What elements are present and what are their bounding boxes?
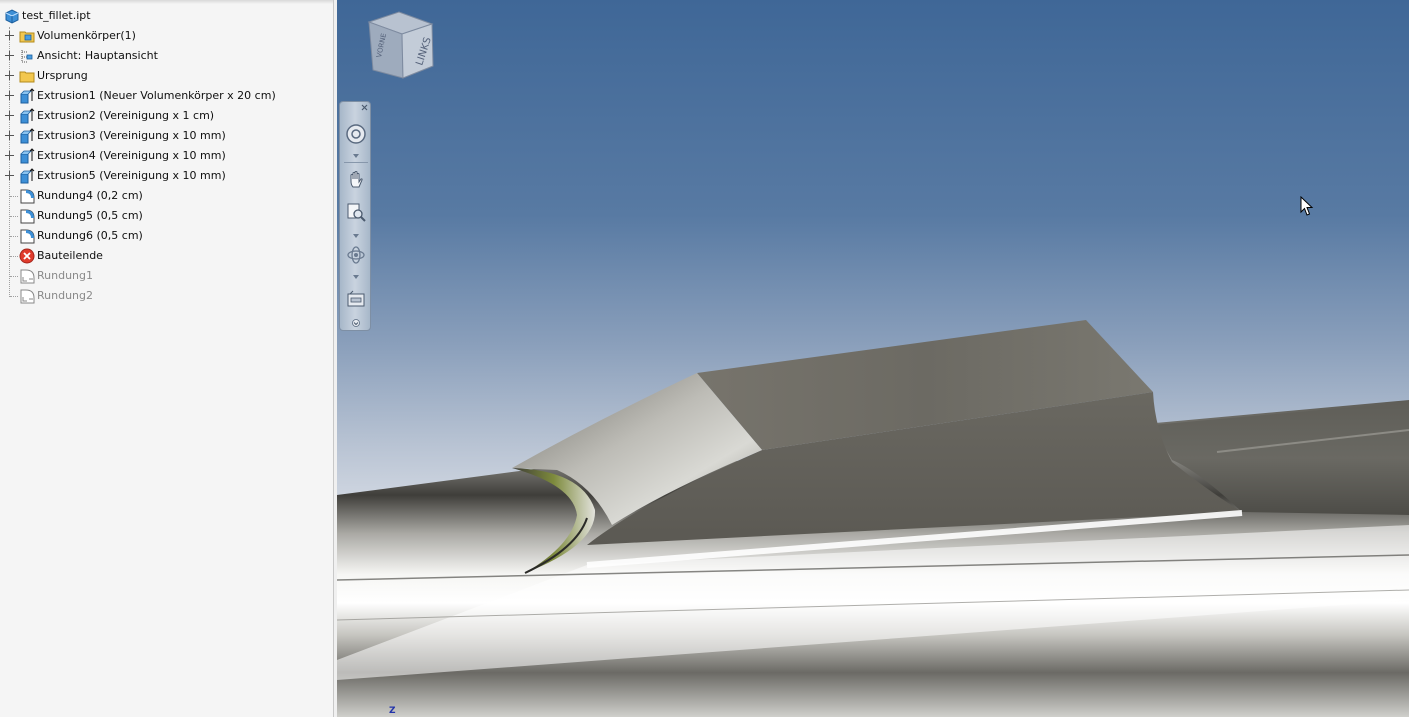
expand-plus-icon[interactable] [5,91,14,100]
extrude-icon [19,148,35,164]
browser-item-label: Extrusion5 (Vereinigung x 10 mm) [37,169,226,182]
tree-connector [10,256,18,257]
browser-item[interactable]: Ursprung [0,66,330,86]
browser-item-label: Extrusion3 (Vereinigung x 10 mm) [37,129,226,142]
browser-item[interactable]: Extrusion1 (Neuer Volumenkörper x 20 cm) [0,86,330,106]
browser-item[interactable]: Ansicht: Hauptansicht [0,46,330,66]
fillet-suppressed-icon [19,288,35,304]
browser-item-label: Rundung4 (0,2 cm) [37,189,143,202]
browser-item[interactable]: Rundung1 [0,266,330,286]
model-render: LINKS VORNE [337,11,1409,717]
browser-item[interactable]: Extrusion4 (Vereinigung x 10 mm) [0,146,330,166]
tree-connector [10,236,18,237]
folder-solid-icon [19,28,35,44]
folder-icon [19,68,35,84]
close-icon[interactable] [361,104,368,111]
browser-item-label: Ursprung [37,69,88,82]
chevron-down-icon[interactable] [353,275,359,279]
chevron-down-icon[interactable] [353,154,359,158]
expand-plus-icon[interactable] [5,31,14,40]
graphics-viewport[interactable]: LINKS VORNE Z [337,0,1409,717]
browser-item[interactable]: Bauteilende [0,246,330,266]
browser-item-label: Rundung5 (0,5 cm) [37,209,143,222]
pan-icon[interactable] [345,169,367,191]
browser-item-label: Rundung2 [37,289,93,302]
part-icon [4,8,20,24]
extrude-icon [19,108,35,124]
browser-item[interactable]: Extrusion2 (Vereinigung x 1 cm) [0,106,330,126]
browser-item-label: Volumenkörper(1) [37,29,136,42]
browser-item-label: Extrusion2 (Vereinigung x 1 cm) [37,109,215,122]
view-representation-icon [19,48,35,64]
extrude-icon [19,168,35,184]
extrude-icon [19,88,35,104]
expand-plus-icon[interactable] [5,131,14,140]
browser-item[interactable]: Volumenkörper(1) [0,26,330,46]
fillet-suppressed-icon [19,268,35,284]
steering-wheel-icon[interactable] [345,123,367,145]
chevron-down-icon[interactable] [353,234,359,238]
browser-top-edge [0,0,333,4]
tree-connector [10,296,18,297]
customize-menu-icon[interactable] [352,319,360,327]
browser-item-label: Extrusion4 (Vereinigung x 10 mm) [37,149,226,162]
browser-item[interactable]: Extrusion5 (Vereinigung x 10 mm) [0,166,330,186]
expand-plus-icon[interactable] [5,111,14,120]
expand-plus-icon[interactable] [5,171,14,180]
model-browser: test_fillet.ipt Volumenkörper(1) Ansicht:… [0,0,334,717]
browser-item-label: Rundung1 [37,269,93,282]
view-face-icon[interactable] [345,288,367,310]
browser-root-label: test_fillet.ipt [22,9,91,22]
tree-connector [10,276,18,277]
tree-connector [10,196,18,197]
browser-item[interactable]: Extrusion3 (Vereinigung x 10 mm) [0,126,330,146]
fillet-icon [19,228,35,244]
extrude-icon [19,128,35,144]
browser-item[interactable]: Rundung4 (0,2 cm) [0,186,330,206]
fillet-icon [19,208,35,224]
browser-item-label: Bauteilende [37,249,103,262]
navigation-bar [339,101,371,331]
nav-separator [344,162,368,163]
tree-connector [10,216,18,217]
browser-item-label: Ansicht: Hauptansicht [37,49,158,62]
fillet-icon [19,188,35,204]
mouse-cursor-icon [1300,196,1314,216]
orbit-icon[interactable] [345,244,367,266]
end-of-part-icon [19,248,35,264]
browser-item[interactable]: Rundung2 [0,286,330,306]
expand-plus-icon[interactable] [5,151,14,160]
browser-root[interactable]: test_fillet.ipt [0,6,330,26]
browser-item-label: Extrusion1 (Neuer Volumenkörper x 20 cm) [37,89,276,102]
zoom-icon[interactable] [345,201,367,223]
browser-item[interactable]: Rundung6 (0,5 cm) [0,226,330,246]
expand-plus-icon[interactable] [5,51,14,60]
view-cube[interactable]: LINKS VORNE [367,11,434,79]
expand-plus-icon[interactable] [5,71,14,80]
browser-item[interactable]: Rundung5 (0,5 cm) [0,206,330,226]
axis-z-label: Z [389,706,396,716]
browser-item-label: Rundung6 (0,5 cm) [37,229,143,242]
